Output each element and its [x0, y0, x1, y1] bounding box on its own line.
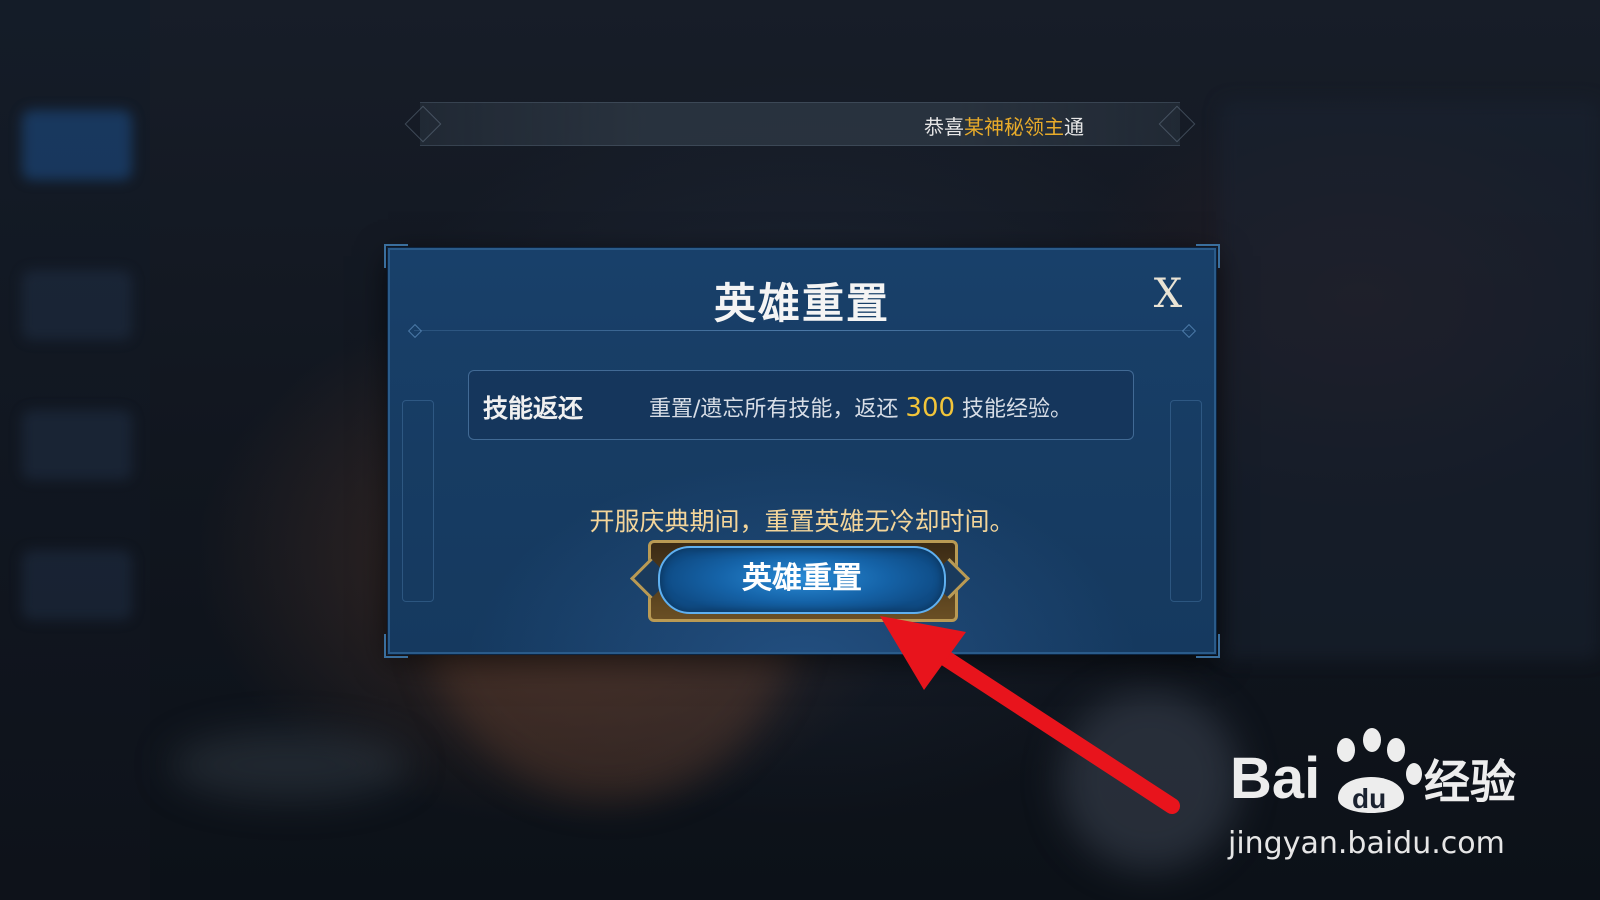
- cooldown-notice: 开服庆典期间，重置英雄无冷却时间。: [589, 507, 1015, 536]
- game-screen: 恭喜某神秘领主通 英雄重置 X 技能返还 重置/遗忘所有技能，返还 300 技能…: [0, 0, 1600, 900]
- blurred-hero-info: [170, 730, 410, 800]
- dialog-side-ornament: [402, 400, 434, 602]
- blurred-menu-tab: [22, 110, 132, 180]
- svg-text:du: du: [1352, 783, 1386, 814]
- banner-right-ornament: [1158, 105, 1196, 143]
- announcement-prefix: 恭喜: [924, 115, 964, 139]
- announcement-player-name: 某神秘领主: [964, 115, 1064, 139]
- dialog-corner-ornament: [384, 244, 408, 268]
- blurred-menu-tab: [22, 410, 132, 480]
- announcement-text: 恭喜某神秘领主通: [924, 111, 1084, 140]
- reset-button-frame: 英雄重置: [629, 540, 971, 622]
- hero-reset-button[interactable]: 英雄重置: [658, 546, 946, 614]
- skill-refund-label: 技能返还: [483, 394, 584, 423]
- hero-reset-dialog: 英雄重置 X 技能返还 重置/遗忘所有技能，返还 300 技能经验。 开服庆典期…: [384, 244, 1220, 658]
- skill-refund-row: 技能返还 重置/遗忘所有技能，返还 300 技能经验。: [468, 370, 1134, 440]
- title-divider: [414, 330, 1190, 331]
- announcement-banner: 恭喜某神秘领主通: [404, 102, 1196, 146]
- banner-left-ornament: [404, 105, 442, 143]
- announcement-suffix: 通: [1064, 115, 1084, 139]
- skill-refund-desc-suffix: 技能经验。: [955, 397, 1073, 422]
- dialog-corner-ornament: [1196, 634, 1220, 658]
- blurred-menu-tab: [22, 550, 132, 620]
- close-button[interactable]: X: [1148, 272, 1188, 316]
- skill-refund-description: 重置/遗忘所有技能，返还 300 技能经验。: [649, 391, 1072, 423]
- blurred-left-menu: [0, 0, 150, 900]
- baidu-jingyan-watermark: Bai du 经验 jingyan.baidu.com: [1228, 726, 1528, 876]
- watermark-url: jingyan.baidu.com: [1228, 826, 1505, 861]
- skill-refund-desc-prefix: 重置/遗忘所有技能，返还: [649, 397, 906, 422]
- svg-text:Bai: Bai: [1230, 746, 1320, 811]
- skill-refund-amount: 300: [905, 393, 956, 423]
- blurred-menu-tab: [22, 270, 132, 340]
- dialog-title: 英雄重置: [713, 279, 890, 328]
- svg-text:经验: 经验: [1424, 755, 1516, 809]
- blurred-right-panel: [1220, 100, 1600, 660]
- blurred-round-button: [1060, 690, 1240, 870]
- dialog-corner-ornament: [1196, 244, 1220, 268]
- dialog-corner-ornament: [384, 634, 408, 658]
- baidu-logo: Bai du 经验: [1230, 728, 1516, 814]
- dialog-side-ornament: [1170, 400, 1202, 602]
